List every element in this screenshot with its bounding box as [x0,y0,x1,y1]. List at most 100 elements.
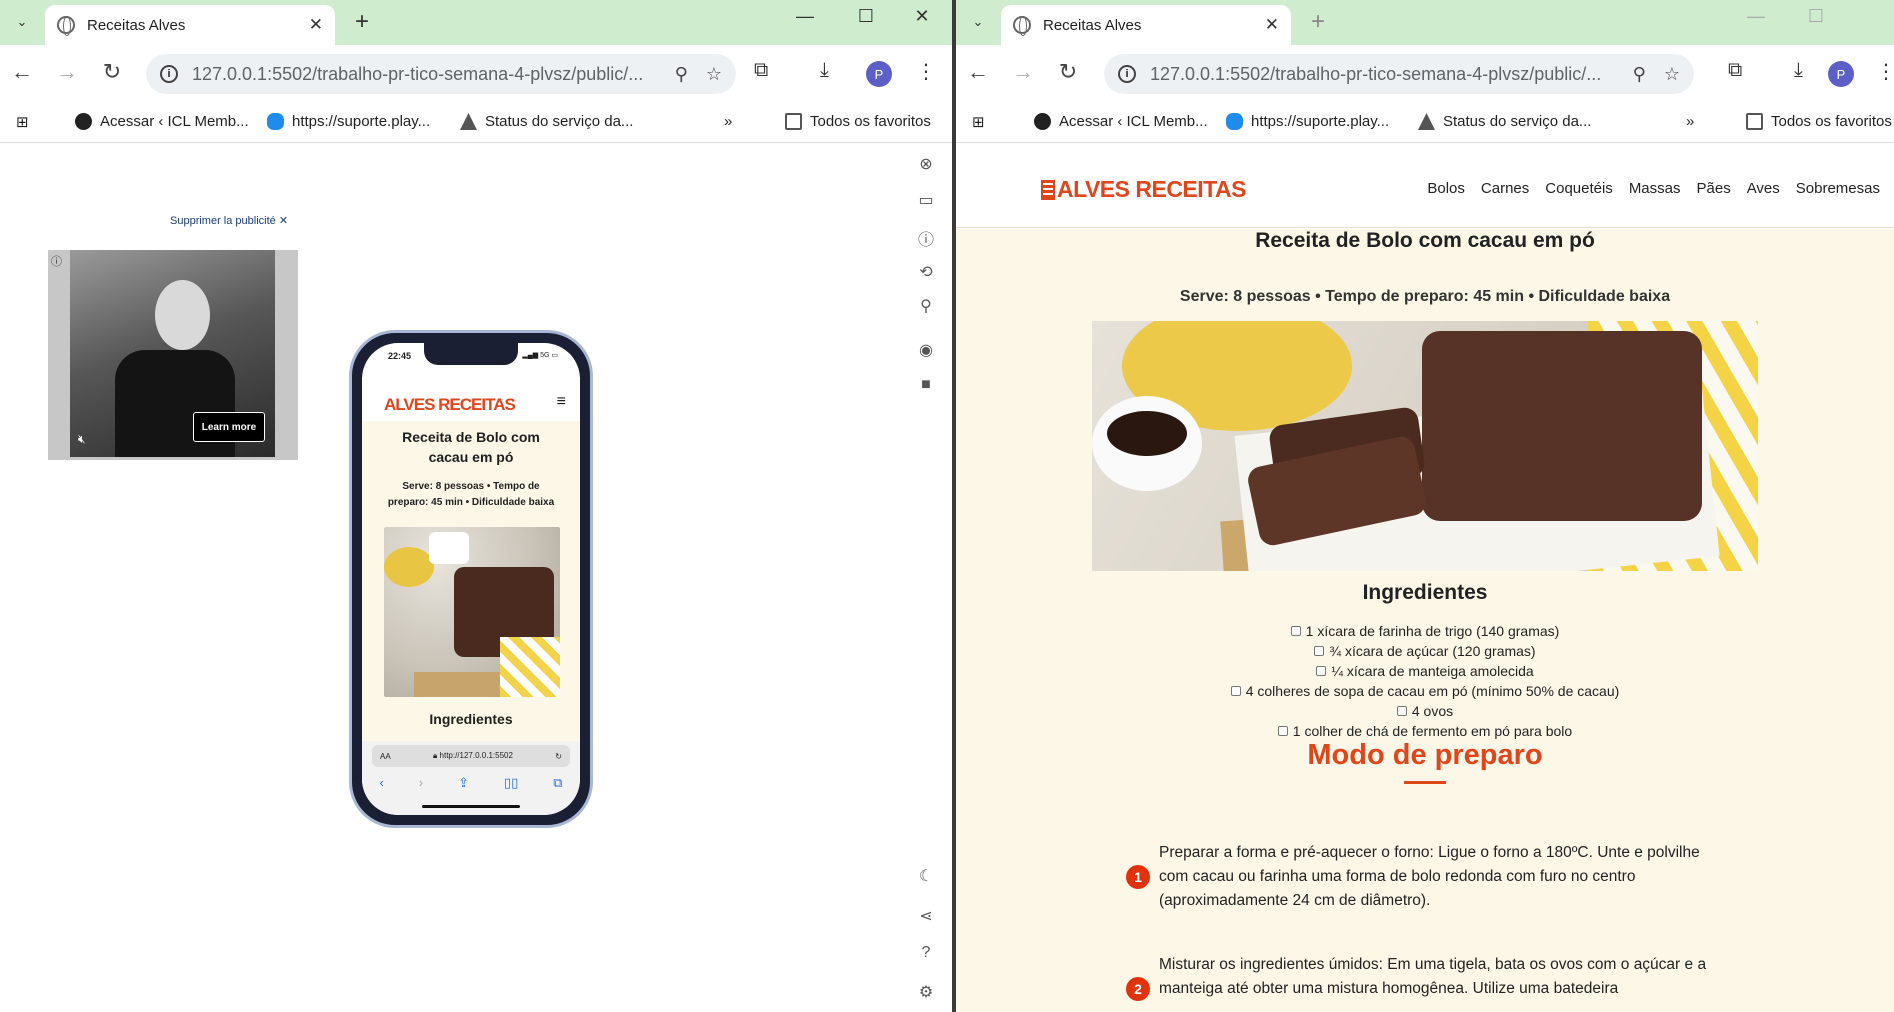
maximize-button[interactable]: ☐ [846,6,886,27]
site-info-icon[interactable]: i [1118,65,1136,83]
site-logo[interactable]: ALVES RECEITAS [1041,176,1246,203]
address-bar[interactable]: i 127.0.0.1:5502/trabalho-pr-tico-semana… [1104,54,1694,94]
reload-button[interactable]: ↻ [1054,59,1082,85]
back-button[interactable]: ← [964,59,992,85]
zoom-icon[interactable]: ⚲ [675,64,688,85]
checkbox[interactable] [1230,686,1241,696]
close-window-button[interactable]: ✕ [902,6,942,27]
new-tab-button[interactable]: + [1304,8,1332,36]
download-icon[interactable]: ⤓ [820,59,829,82]
help-icon[interactable]: ? [912,944,940,962]
forward-button[interactable]: → [53,59,81,85]
ingredient-item[interactable]: ¼ xícara de manteiga amolecida [956,661,1894,681]
info-icon[interactable]: ⓘ [912,226,940,250]
dark-mode-icon[interactable]: ☾ [912,866,940,886]
bookmark-item[interactable]: Acessar ‹ ICL Memb... [75,113,249,130]
more-bookmarks-icon[interactable]: » [724,113,732,130]
step-text: Misturar os ingredientes úmidos: Em uma … [1159,956,1707,997]
bookmark-item[interactable]: https://suporte.play... [1226,113,1389,130]
ingredient-item[interactable]: 1 colher de chá de fermento em pó para b… [956,721,1894,741]
screenshot-icon[interactable]: ◉ [912,340,940,360]
checkbox[interactable] [1277,726,1288,736]
ad-figure-face [155,280,210,350]
ingredient-item[interactable]: ¾ xícara de açúcar (120 gramas) [956,641,1894,661]
bookmark-star-icon[interactable]: ☆ [1664,64,1680,85]
hamburger-menu-icon[interactable]: ≡ [557,393,566,411]
maximize-button[interactable]: ☐ [1796,6,1836,27]
phone-share-icon[interactable]: ⇪ [458,775,469,791]
zoom-icon[interactable]: ⚲ [1633,64,1646,85]
bookmark-item[interactable]: Acessar ‹ ICL Memb... [1034,113,1208,130]
extensions-icon[interactable]: ⧉ [754,59,768,82]
phone-time: 22:45 [388,351,412,361]
apps-grid-icon[interactable]: ⊞ [16,113,29,131]
nav-coqueteis[interactable]: Coquetéis [1545,180,1613,197]
all-bookmarks[interactable]: Todos os favoritos [785,113,931,130]
tab-search-button[interactable]: ⌄ [8,8,36,36]
download-icon[interactable]: ⤓ [1794,59,1803,82]
phone-reload-icon[interactable]: ↻ [555,752,562,761]
profile-avatar[interactable]: P [866,61,892,87]
checkbox[interactable] [1314,646,1325,656]
phone-image-board [414,672,504,697]
tab-search-button[interactable]: ⌄ [964,8,992,36]
all-bookmarks[interactable]: Todos os favoritos [1746,113,1892,130]
record-icon[interactable]: ■ [912,376,940,394]
ad-banner[interactable]: ⓘ 🔇︎ Learn more [48,250,298,460]
phone-forward-icon[interactable]: › [419,775,423,791]
nav-sobremesas[interactable]: Sobremesas [1796,180,1880,197]
checkbox[interactable] [1396,706,1407,716]
share-icon[interactable]: ⋖ [912,906,940,926]
devices-icon[interactable]: ▭ [912,190,940,210]
phone-logo[interactable]: ALVES RECEITAS [384,395,516,415]
bookmark-item[interactable]: https://suporte.play... [267,113,430,130]
menu-dots-icon[interactable]: ⋮ [1876,59,1894,84]
apps-grid-icon[interactable]: ⊞ [972,113,985,131]
settings-icon[interactable]: ⚙ [912,982,940,1002]
phone-tabs-icon[interactable]: ⧉ [553,775,562,791]
mute-icon[interactable]: 🔇︎ [78,432,86,447]
new-tab-button[interactable]: + [348,8,376,36]
close-panel-icon[interactable]: ⊗ [912,154,940,174]
phone-back-icon[interactable]: ‹ [379,775,383,791]
phone-address-bar[interactable]: AA 🔒︎ http://127.0.0.1:5502 ↻ [372,745,570,767]
nav-bolos[interactable]: Bolos [1427,180,1465,197]
site-info-icon[interactable]: i [160,65,178,83]
more-bookmarks-icon[interactable]: » [1686,113,1694,130]
nav-massas[interactable]: Massas [1629,180,1681,197]
address-bar[interactable]: i 127.0.0.1:5502/trabalho-pr-tico-semana… [146,54,736,94]
phone-bookmarks-icon[interactable]: ▯▯ [504,775,518,791]
active-tab[interactable]: Receitas Alves ✕ [45,5,335,45]
menu-dots-icon[interactable]: ⋮ [916,59,936,84]
page-content: ALVES RECEITAS Bolos Carnes Coquetéis Ma… [956,146,1894,1012]
close-tab-icon[interactable]: ✕ [1265,15,1279,35]
bookmark-star-icon[interactable]: ☆ [706,64,722,85]
nav-aves[interactable]: Aves [1747,180,1780,197]
checkbox[interactable] [1316,666,1327,676]
learn-more-button[interactable]: Learn more [193,412,265,442]
checkbox[interactable] [1290,626,1301,636]
back-button[interactable]: ← [8,59,36,85]
remove-ad-button[interactable]: Supprimer la publicité ✕ [170,214,288,227]
phone-ingredients-title: Ingredientes [429,711,513,727]
nav-carnes[interactable]: Carnes [1481,180,1529,197]
bookmark-item[interactable]: Status do serviço da... [460,113,633,130]
ingredient-item[interactable]: 4 colheres de sopa de cacau em pó (mínim… [956,681,1894,701]
zoom-new-icon[interactable]: ⚲ [912,296,940,316]
forward-button[interactable]: → [1009,59,1037,85]
ingredient-item[interactable]: 1 xícara de farinha de trigo (140 gramas… [956,621,1894,641]
rotate-icon[interactable]: ⟲ [912,262,940,282]
profile-avatar[interactable]: P [1828,61,1854,87]
close-tab-icon[interactable]: ✕ [309,15,323,35]
minimize-button[interactable]: — [1736,6,1776,27]
reload-button[interactable]: ↻ [98,59,126,85]
bookmark-item[interactable]: Status do serviço da... [1418,113,1591,130]
cloud-icon [1226,113,1243,130]
ingredient-item[interactable]: 4 ovos [956,701,1894,721]
active-tab[interactable]: Receitas Alves ✕ [1001,5,1291,45]
minimize-button[interactable]: — [785,6,825,27]
ad-info-icon[interactable]: ⓘ [51,253,62,269]
nav-paes[interactable]: Pães [1697,180,1731,197]
extensions-icon[interactable]: ⧉ [1728,59,1742,82]
method-underline [1404,781,1446,784]
